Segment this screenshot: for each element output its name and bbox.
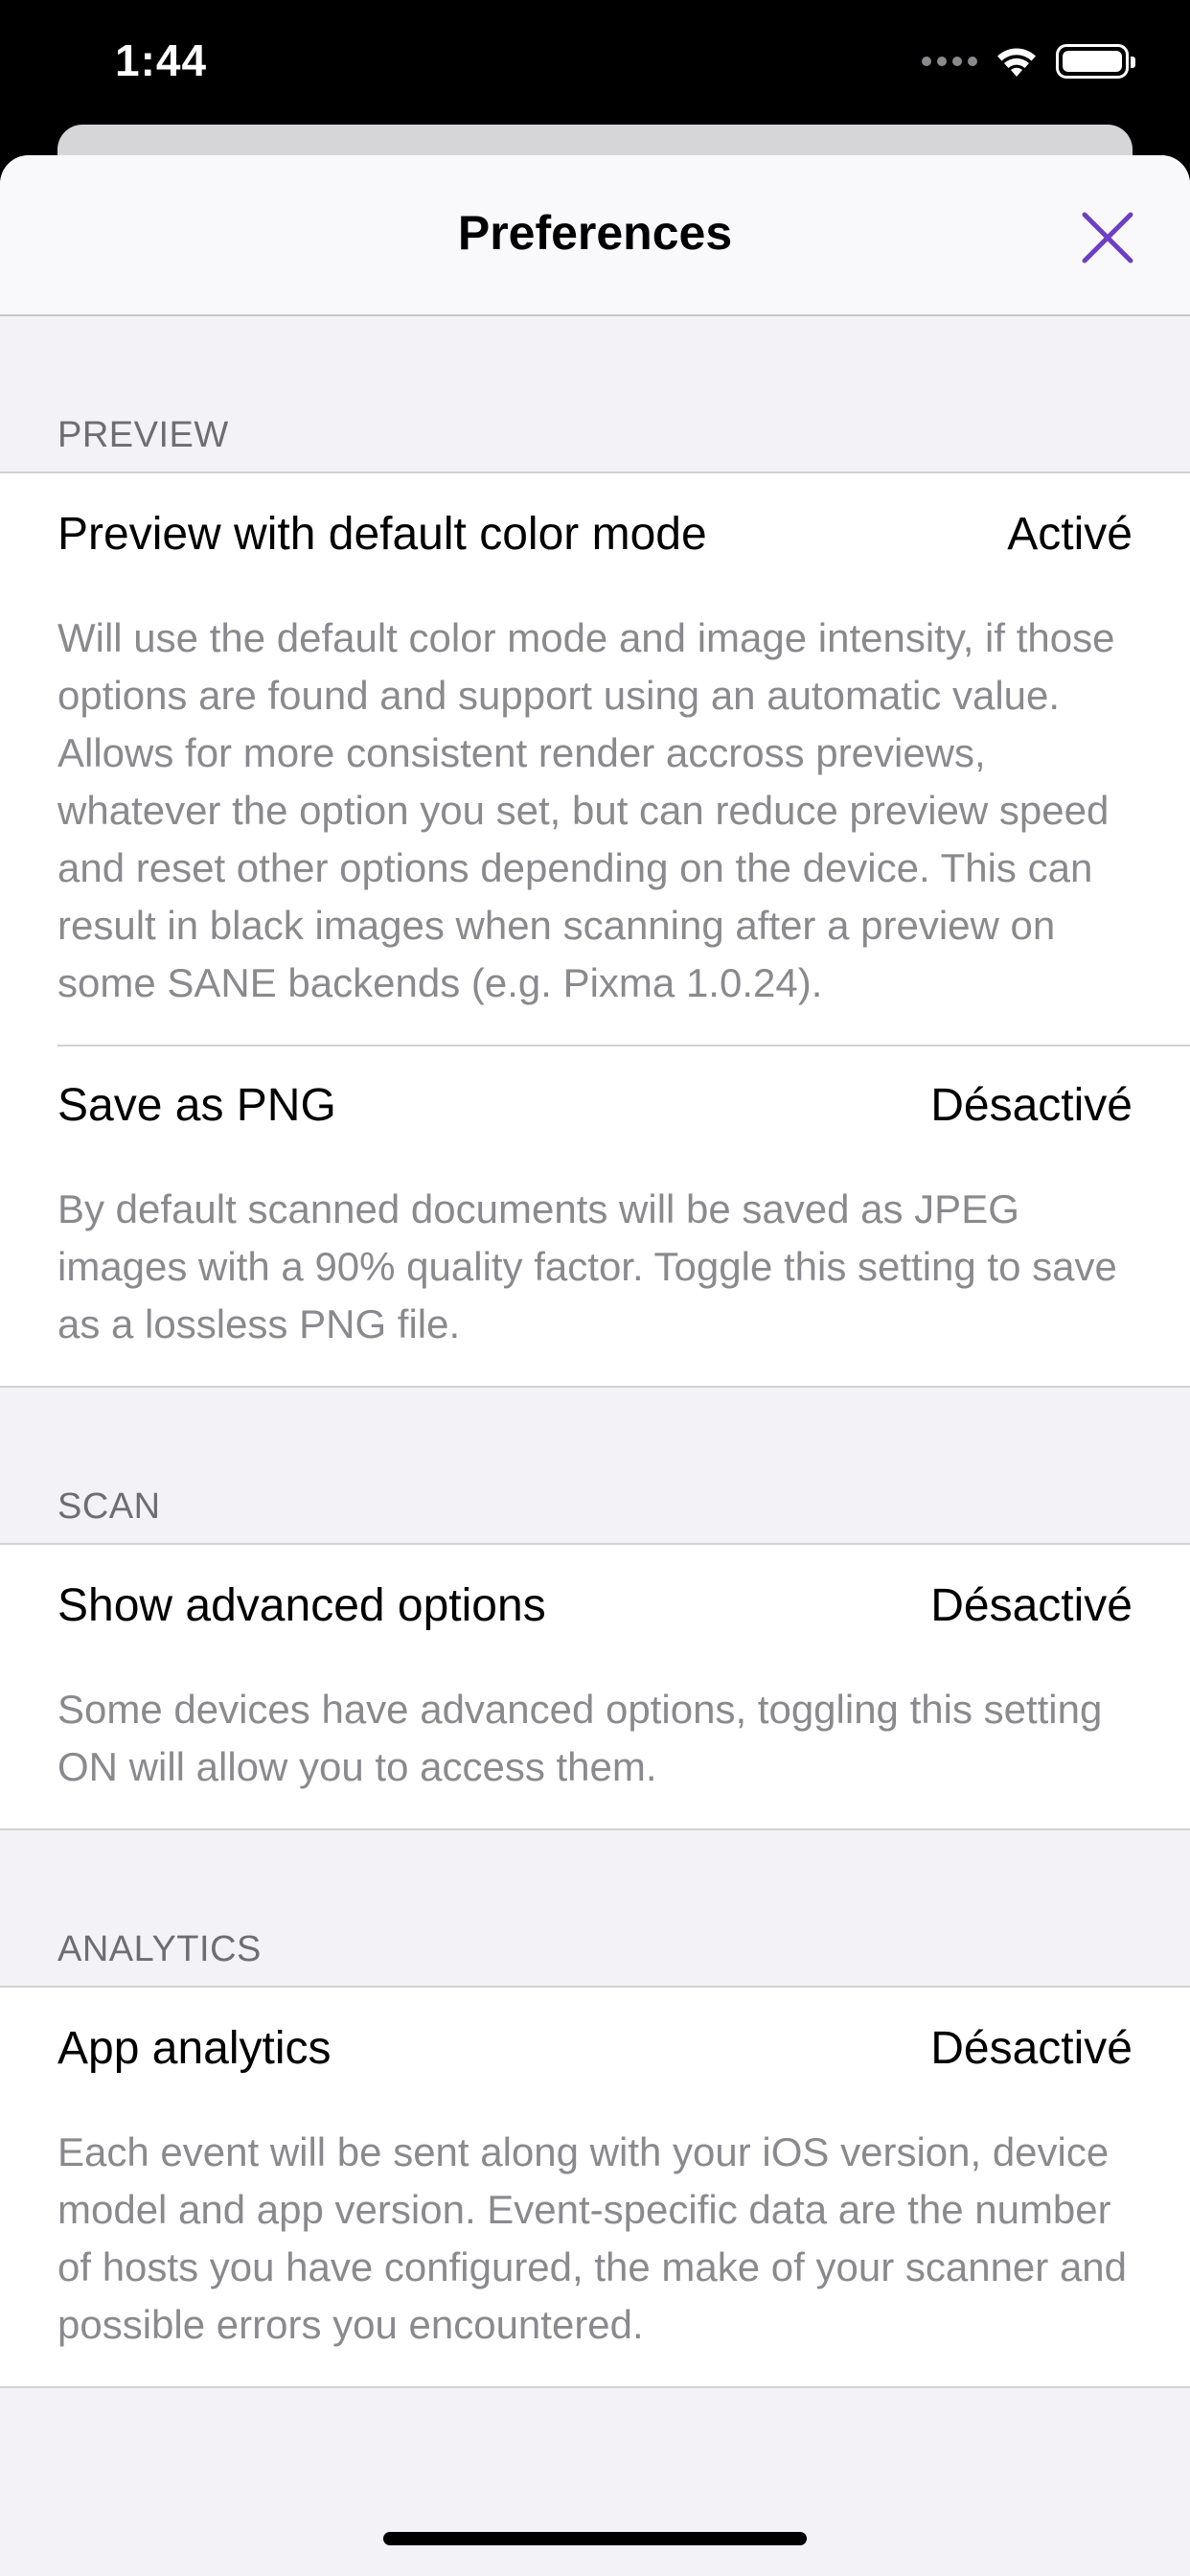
- settings-group-analytics: App analytics Désactivé Each event will …: [0, 1986, 1190, 2388]
- setting-title: Save as PNG: [57, 1079, 336, 1131]
- page-title: Preferences: [457, 206, 733, 260]
- setting-value: Désactivé: [930, 2022, 1133, 2074]
- setting-app-analytics[interactable]: App analytics Désactivé Each event will …: [0, 1988, 1190, 2386]
- setting-value: Désactivé: [930, 1079, 1133, 1131]
- settings-group-preview: Preview with default color mode Activé W…: [0, 472, 1190, 1388]
- setting-value: Activé: [1007, 508, 1133, 560]
- home-indicator[interactable]: [383, 2532, 807, 2545]
- setting-show-advanced-options[interactable]: Show advanced options Désactivé Some dev…: [0, 1545, 1190, 1828]
- setting-description: Will use the default color mode and imag…: [57, 615, 1115, 1005]
- close-icon[interactable]: [1079, 209, 1136, 266]
- wifi-icon: [997, 48, 1036, 77]
- setting-preview-default-color-mode[interactable]: Preview with default color mode Activé W…: [0, 473, 1190, 1045]
- preferences-sheet: Preferences PREVIEW Preview with default…: [0, 155, 1190, 2576]
- section-header-analytics: ANALYTICS: [57, 1929, 262, 1969]
- setting-title: App analytics: [57, 2022, 332, 2074]
- status-bar: 1:44: [0, 0, 1190, 125]
- setting-value: Désactivé: [930, 1579, 1133, 1631]
- section-header-scan: SCAN: [57, 1486, 161, 1527]
- status-time: 1:44: [115, 35, 208, 85]
- setting-description: Some devices have advanced options, togg…: [57, 1687, 1103, 1789]
- settings-group-scan: Show advanced options Désactivé Some dev…: [0, 1543, 1190, 1830]
- cellular-signal-icon: [922, 57, 977, 66]
- section-header-preview: PREVIEW: [57, 415, 229, 455]
- setting-description: Each event will be sent along with your …: [57, 2129, 1128, 2347]
- setting-title: Preview with default color mode: [57, 508, 707, 560]
- battery-icon: [1056, 44, 1135, 79]
- setting-description: By default scanned documents will be sav…: [57, 1186, 1117, 1346]
- status-icons: [922, 44, 1135, 79]
- navigation-bar: Preferences: [0, 155, 1190, 316]
- setting-save-as-png[interactable]: Save as PNG Désactivé By default scanned…: [0, 1045, 1190, 1386]
- setting-title: Show advanced options: [57, 1579, 546, 1631]
